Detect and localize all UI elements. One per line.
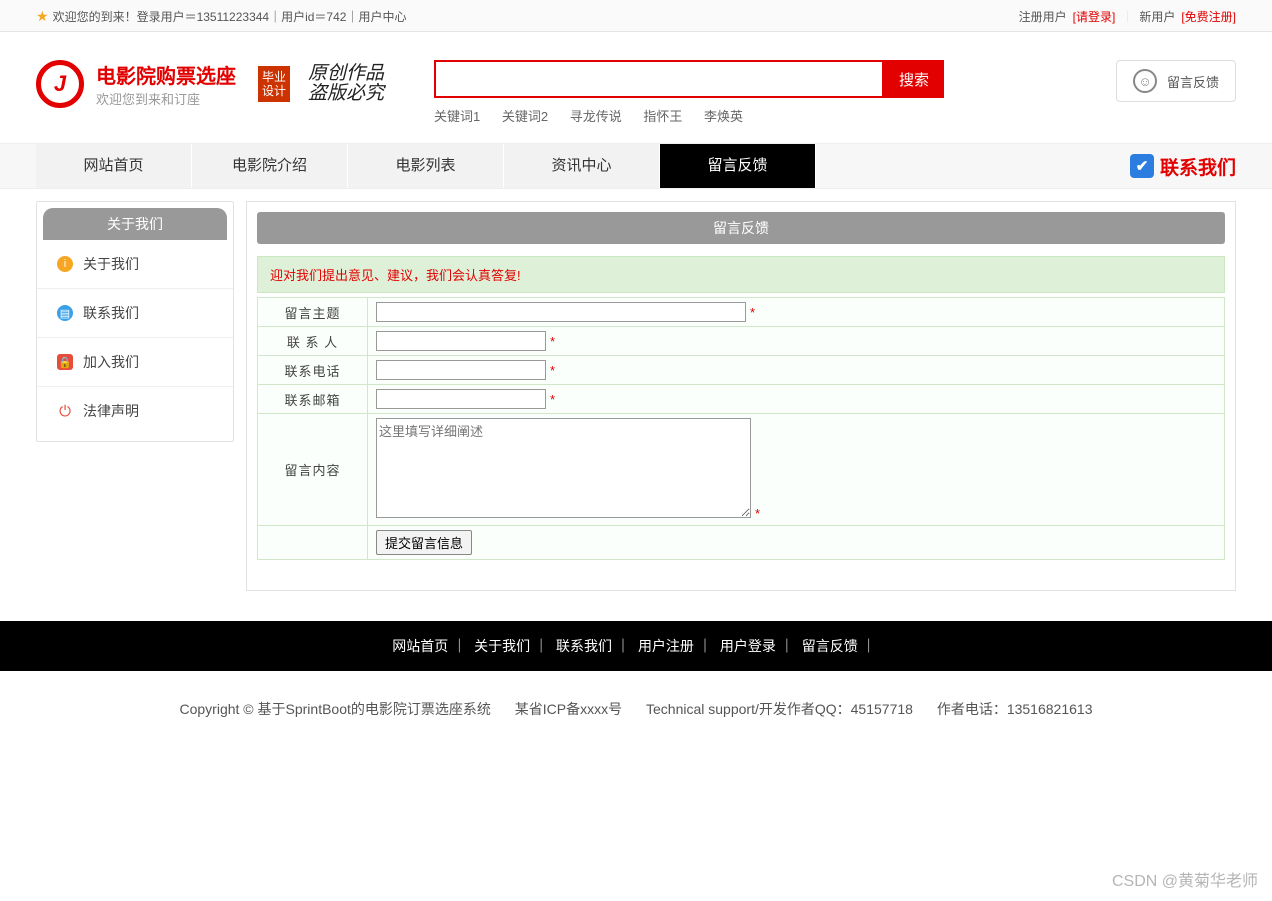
nav-cinema-intro[interactable]: 电影院介绍 (192, 144, 348, 188)
label-email: 联系邮箱 (258, 385, 368, 414)
sidebar-item-legal[interactable]: ⏻ 法律声明 (37, 387, 233, 435)
required-star: * (550, 363, 555, 378)
sidebar-item-contact[interactable]: ▤ 联系我们 (37, 289, 233, 338)
check-icon: ✔ (1130, 154, 1154, 178)
feedback-pill-label: 留言反馈 (1167, 72, 1219, 91)
sidebar-item-label: 加入我们 (83, 352, 139, 372)
sidebar: 关于我们 i 关于我们 ▤ 联系我们 🔒 加入我们 ⏻ 法律声明 (36, 201, 234, 442)
label-phone: 联系电话 (258, 356, 368, 385)
feedback-pill[interactable]: ☺ 留言反馈 (1116, 60, 1236, 102)
free-register-link[interactable]: [免费注册] (1181, 8, 1236, 25)
required-star: * (550, 392, 555, 407)
author-phone-text: 作者电话：13516821613 (937, 701, 1093, 717)
clipboard-icon: ▤ (57, 305, 73, 321)
panel-title: 留言反馈 (257, 212, 1225, 244)
nav-feedback[interactable]: 留言反馈 (660, 144, 816, 188)
search-input[interactable] (434, 60, 884, 98)
new-user-label: 新用户 (1139, 8, 1175, 25)
watermark: CSDN @黄菊华老师 (1112, 867, 1258, 891)
copyright-text: Copyright © 基于SprintBoot的电影院订票选座系统 (180, 701, 491, 717)
label-subject: 留言主题 (258, 298, 368, 327)
nav-news[interactable]: 资讯中心 (504, 144, 660, 188)
header: J 电影院购票选座 欢迎您到来和订座 毕业 设计 原创作品 盗版必究 搜索 关键… (36, 32, 1236, 143)
footer-link[interactable]: 网站首页 (392, 638, 448, 654)
sidebar-item-about[interactable]: i 关于我们 (37, 240, 233, 289)
required-star: * (550, 334, 555, 349)
search-button[interactable]: 搜索 (884, 60, 944, 98)
input-contact[interactable] (376, 331, 546, 351)
tip-message: 迎对我们提出意见、建议，我们会认真答复! (257, 256, 1225, 293)
sep-icon: ｜ (1121, 8, 1133, 25)
welcome-text[interactable]: 欢迎您的到来！登录用户＝13511223344｜用户id＝742｜用户中心 (53, 8, 407, 25)
sidebar-item-label: 法律声明 (83, 401, 139, 421)
keyword-link[interactable]: 寻龙传说 (570, 109, 622, 124)
site-subtitle: 欢迎您到来和订座 (96, 89, 236, 108)
site-title: 电影院购票选座 (96, 60, 236, 89)
keyword-link[interactable]: 李焕英 (704, 109, 743, 124)
submit-button[interactable]: 提交留言信息 (376, 530, 472, 555)
footer-info: Copyright © 基于SprintBoot的电影院订票选座系统 某省ICP… (36, 671, 1236, 779)
star-icon: ★ (36, 8, 49, 25)
keyword-label[interactable]: 关键词1 (434, 109, 480, 124)
navbar: 网站首页 电影院介绍 电影列表 资讯中心 留言反馈 ✔ 联系我们 (0, 143, 1272, 189)
label-content: 留言内容 (258, 414, 368, 526)
footer-link[interactable]: 留言反馈 (802, 638, 858, 654)
sidebar-title: 关于我们 (43, 208, 227, 240)
contact-us-label: 联系我们 (1160, 153, 1236, 180)
footer-link[interactable]: 关于我们 (474, 638, 530, 654)
keyword-label[interactable]: 关键词2 (502, 109, 548, 124)
icp-text: 某省ICP备xxxx号 (515, 701, 622, 717)
sidebar-item-label: 联系我们 (83, 303, 139, 323)
input-phone[interactable] (376, 360, 546, 380)
calligraphy-text: 原创作品 盗版必究 (308, 64, 384, 104)
reg-user-label: 注册用户 (1019, 8, 1067, 25)
required-star: * (750, 305, 755, 320)
content-panel: 留言反馈 迎对我们提出意见、建议，我们会认真答复! 留言主题 * 联 系 人 *… (246, 201, 1236, 591)
footer-nav: 网站首页｜ 关于我们｜ 联系我们｜ 用户注册｜ 用户登录｜ 留言反馈｜ (0, 621, 1272, 671)
lock-icon: 🔒 (57, 354, 73, 370)
required-star: * (755, 506, 760, 521)
info-icon: i (57, 256, 73, 272)
contact-us-button[interactable]: ✔ 联系我们 (1130, 153, 1236, 180)
input-email[interactable] (376, 389, 546, 409)
topbar: ★ 欢迎您的到来！登录用户＝13511223344｜用户id＝742｜用户中心 … (0, 0, 1272, 32)
headset-icon: ☺ (1133, 69, 1157, 93)
topbar-welcome: ★ 欢迎您的到来！登录用户＝13511223344｜用户id＝742｜用户中心 (36, 8, 406, 25)
label-contact: 联 系 人 (258, 327, 368, 356)
input-subject[interactable] (376, 302, 746, 322)
nav-movie-list[interactable]: 电影列表 (348, 144, 504, 188)
keyword-link[interactable]: 指怀王 (643, 109, 682, 124)
keyword-row: 关键词1 关键词2 寻龙传说 指怀王 李焕英 (434, 106, 1116, 125)
footer-link[interactable]: 用户注册 (638, 638, 694, 654)
logo-block[interactable]: J 电影院购票选座 欢迎您到来和订座 毕业 设计 原创作品 盗版必究 (36, 60, 384, 108)
badge-graduation: 毕业 设计 (258, 66, 290, 102)
logo-icon: J (36, 60, 84, 108)
feedback-form: 留言主题 * 联 系 人 * 联系电话 * 联系邮箱 * 留言内容 * 提交留言… (257, 297, 1225, 560)
login-link[interactable]: [请登录] (1073, 8, 1116, 25)
sidebar-item-join[interactable]: 🔒 加入我们 (37, 338, 233, 387)
footer-link[interactable]: 用户登录 (720, 638, 776, 654)
support-text: Technical support/开发作者QQ：45157718 (646, 701, 913, 717)
power-icon: ⏻ (57, 403, 73, 419)
footer-link[interactable]: 联系我们 (556, 638, 612, 654)
textarea-content[interactable] (376, 418, 751, 518)
sidebar-item-label: 关于我们 (83, 254, 139, 274)
nav-home[interactable]: 网站首页 (36, 144, 192, 188)
